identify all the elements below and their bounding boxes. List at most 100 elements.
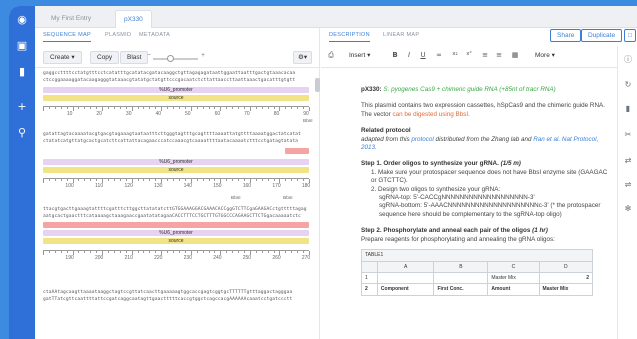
copy-button[interactable]: Copy	[90, 51, 120, 64]
link-icon[interactable]: ∞	[433, 51, 445, 59]
sequence-bottom-strand[interactable]: aatgcactgaactttcataaaagctaaagaaccgaatata…	[43, 214, 301, 219]
oligo-bottom: sgRNA-bottom: 5'-AAACNNNNNNNNNNNNNNNNNNN…	[379, 202, 601, 218]
table-cell[interactable]: 2	[538, 271, 594, 285]
tab-my-first-entry[interactable]: My First Entry	[43, 10, 99, 28]
description-document[interactable]: pX330: S. pyogenes Cas9 + chimeric guide…	[361, 76, 611, 296]
ruler-tick	[196, 179, 198, 181]
notebook-icon[interactable]: ▮	[16, 66, 28, 78]
col-header: B	[433, 260, 489, 273]
settings-icon[interactable]: ✻	[622, 204, 634, 213]
bookmark-icon[interactable]: ▮	[622, 104, 634, 113]
feature-highlight[interactable]	[285, 148, 309, 154]
underline-icon[interactable]: U	[417, 51, 429, 59]
subscript-icon[interactable]: x₂	[449, 51, 461, 57]
ruler-tick	[167, 107, 169, 109]
view-description[interactable]: DESCRIPTION	[329, 32, 370, 42]
ruler-tick	[297, 107, 299, 109]
feature-promoter[interactable]: %U6_promoter	[43, 87, 309, 93]
site-bbsi[interactable]: BbsI	[283, 196, 293, 201]
oligo-top: sgRNA-top: 5'-CACCgNNNNNNNNNNNNNNNNNNN-3…	[379, 194, 535, 202]
italic-icon[interactable]: I	[403, 51, 415, 59]
ruler-tick	[291, 251, 293, 253]
feature-source[interactable]: source	[43, 167, 309, 173]
table-cell[interactable]: Component	[376, 283, 435, 296]
zoom-slider[interactable]	[153, 55, 198, 62]
tab-bar: My First Entry pX330	[35, 6, 637, 28]
item-text: Make sure your protospacer sequence does…	[371, 168, 608, 185]
ruler-tick	[119, 251, 121, 253]
sequence-top-strand[interactable]: ttacgtgacttgaaagtattttcgatttcttggcttatat…	[43, 207, 307, 212]
primers-icon[interactable]: ⇌	[622, 180, 634, 189]
table-cell: 1	[361, 271, 378, 285]
ruler-tick	[54, 251, 56, 253]
feature-source[interactable]: source	[43, 238, 309, 244]
view-sequence-map[interactable]: SEQUENCE MAP	[43, 32, 91, 42]
site-bbsi[interactable]: BbsI	[303, 119, 313, 124]
search-icon[interactable]: ⚲	[16, 127, 28, 139]
bold-icon[interactable]: B	[389, 51, 401, 59]
zoom-out-icon[interactable]: −	[147, 52, 151, 59]
ruler-tick	[155, 107, 157, 109]
ruler-tick	[149, 107, 151, 109]
duplicate-button[interactable]: Duplicate	[581, 29, 623, 42]
numbered-list-icon[interactable]: ≡	[493, 51, 505, 59]
zoom-handle[interactable]	[167, 55, 174, 62]
sequence-bottom-strand[interactable]: ctccggaaaaggatacaagagggtataaacgtatatgcta…	[43, 78, 295, 83]
reagents-table[interactable]: TABLE1 A B C D 1 Master Mix 2 2 Componen…	[361, 249, 594, 296]
inventory-icon[interactable]: ▣	[16, 40, 28, 52]
ruler-tick	[232, 179, 234, 181]
table-cell[interactable]: Master Mix	[538, 283, 594, 296]
ruler-tick	[178, 179, 180, 181]
ruler-tick	[125, 251, 127, 253]
feature-promoter[interactable]: %U6_promoter	[43, 159, 309, 165]
feature-promoter[interactable]: %U6_promoter	[43, 230, 309, 236]
ruler-label: 240	[213, 255, 222, 261]
zoom-in-icon[interactable]: +	[201, 52, 205, 59]
more-button[interactable]: More ▾	[529, 50, 561, 63]
protocol-link[interactable]: protocol	[411, 136, 433, 143]
print-icon[interactable]: ⎙	[325, 51, 337, 60]
bullet-list-icon[interactable]: ≡	[479, 51, 491, 59]
ruler-tick	[303, 179, 305, 181]
expand-icon[interactable]: □	[624, 29, 636, 42]
site-bbsi[interactable]: BbsI	[231, 196, 241, 201]
ruler-tick	[255, 107, 257, 109]
table-cell[interactable]: First Conc.	[433, 283, 489, 296]
compare-icon[interactable]: ⇄	[622, 156, 634, 165]
tab-px330[interactable]: pX330	[115, 10, 152, 28]
history-icon[interactable]: ↻	[622, 80, 634, 89]
ruler-tick	[297, 179, 299, 181]
ruler-tick	[60, 251, 62, 253]
settings-gear-icon[interactable]: ⚙▾	[293, 51, 313, 64]
add-icon[interactable]: +	[16, 101, 28, 113]
table-cell[interactable]: Amount	[487, 283, 540, 296]
view-plasmid[interactable]: PLASMID	[105, 32, 131, 38]
ruler-tick	[261, 107, 263, 109]
insert-button[interactable]: Insert ▾	[343, 50, 377, 63]
ruler-tick	[196, 251, 198, 253]
view-metadata[interactable]: METADATA	[139, 32, 170, 38]
superscript-icon[interactable]: x²	[463, 51, 475, 57]
feature-grna[interactable]	[43, 222, 309, 228]
info-icon[interactable]: ⓘ	[622, 54, 634, 65]
feature-source[interactable]: source	[43, 95, 309, 101]
scrollbar[interactable]	[315, 78, 320, 92]
ruler-tick	[96, 107, 98, 109]
table-icon[interactable]: ▦	[509, 51, 521, 59]
view-linear-map[interactable]: LINEAR MAP	[383, 32, 419, 38]
sequence-bottom-strand[interactable]: ctatatcatgttatgcactgcatcttcattattacagaac…	[43, 139, 298, 144]
blast-button[interactable]: Blast	[120, 51, 149, 64]
ruler-tick	[137, 107, 139, 109]
scissors-icon[interactable]: ✂	[622, 130, 634, 139]
sequence-top-strand[interactable]: ctaAAtagcaagttaaaataaggctagtccgttatcaact…	[43, 290, 292, 295]
create-button[interactable]: Create ▾	[43, 51, 82, 64]
table-cell[interactable]	[376, 271, 435, 285]
table-cell[interactable]: Master Mix	[487, 271, 540, 285]
sequence-top-strand[interactable]: gaggccttttcctatgtttcctcatatttgcatatacgat…	[43, 71, 295, 76]
ruler-tick	[285, 179, 287, 181]
share-button[interactable]: Share	[550, 29, 582, 42]
ruler-label: 80	[273, 111, 280, 117]
sequence-top-strand[interactable]: gatattagtacaaaatacgtgacgtagaaagtaataattt…	[43, 132, 301, 137]
table-cell[interactable]	[433, 271, 489, 285]
sequence-bottom-strand[interactable]: gatTTatcgttcaattttattccgatcaggcaatagttga…	[43, 297, 292, 302]
